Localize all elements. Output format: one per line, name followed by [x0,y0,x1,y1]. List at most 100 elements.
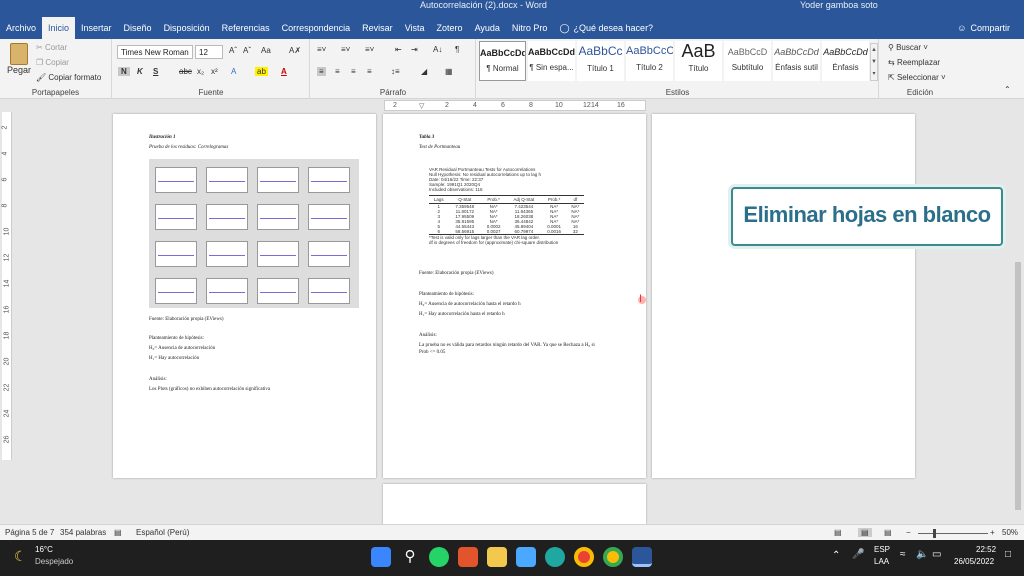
align-center-icon[interactable]: ≡ [335,67,340,76]
tab-referencias[interactable]: Referencias [216,17,276,39]
document-page-3-blank[interactable] [652,114,915,478]
language-status[interactable]: Español (Perú) [136,528,189,537]
whatsapp-icon[interactable] [429,547,449,567]
tab-nitro-pro[interactable]: Nitro Pro [506,17,554,39]
replace-button[interactable]: ⇆ Reemplazar [888,58,940,67]
cut-button[interactable]: ✂ Cortar [36,43,67,52]
clear-formatting-icon[interactable]: A✗ [289,46,301,55]
superscript-button[interactable]: x² [211,67,218,76]
underline-button[interactable]: S [153,67,158,76]
notification-icon[interactable]: □ [1005,549,1011,560]
document-page-4[interactable] [383,484,646,524]
justify-icon[interactable]: ≡ [367,67,372,76]
tab-insertar[interactable]: Insertar [75,17,118,39]
bold-button[interactable]: N [118,67,130,76]
zoom-out-icon[interactable]: − [906,528,911,537]
shrink-font-icon[interactable]: Aˇ [243,46,251,55]
document-page-2[interactable]: Tabla 3 Test de Portmanteau VAR Residual… [383,114,646,478]
style-title[interactable]: AaB Título [675,41,722,81]
align-left-icon[interactable]: ≡ [317,67,326,76]
font-size-box[interactable]: 12 [195,45,223,59]
proofing-icon[interactable]: ▤ [114,528,122,537]
chrome-icon[interactable] [574,547,594,567]
start-icon[interactable] [371,547,391,567]
page-count[interactable]: Página 5 de 7 [5,528,54,537]
share-button[interactable]: ☺ Compartir [957,17,1010,39]
speaker-icon[interactable]: 🔈 [916,549,928,560]
subscript-button[interactable]: x₂ [197,67,204,76]
language-code[interactable]: ESP [874,545,890,554]
correlogram-image[interactable] [149,159,359,308]
tell-me-search[interactable]: ◯ ¿Qué desea hacer? [553,17,659,39]
pilcrow-icon[interactable]: ¶ [455,45,459,54]
line-spacing-icon[interactable]: ↕≡ [391,67,400,76]
shading-icon[interactable]: ◢ [421,67,427,76]
zoom-in-icon[interactable]: + [990,528,995,537]
tab-correspondencia[interactable]: Correspondencia [276,17,357,39]
clock-date[interactable]: 26/05/2022 [954,557,994,566]
align-right-icon[interactable]: ≡ [351,67,356,76]
weather-temp[interactable]: 16°C [35,545,53,554]
change-case-icon[interactable]: Aa [261,46,271,55]
format-painter-button[interactable]: 🖌 Copiar formato [36,73,101,82]
zoom-slider[interactable] [918,533,988,534]
style-subtitle[interactable]: AaBbCcD Subtítulo [724,41,771,81]
mail-icon[interactable] [516,547,536,567]
select-button[interactable]: ⇱ Seleccionar ˅ [888,73,946,82]
find-button[interactable]: ⚲ Buscar ˅ [888,43,928,52]
tab-disposicion[interactable]: Disposición [158,17,216,39]
tab-vista[interactable]: Vista [399,17,431,39]
chrome-profile-icon[interactable] [603,547,623,567]
document-page-1[interactable]: Ilustración 1 Prueba de los residuos: Co… [113,114,376,478]
bullets-icon[interactable]: ≡˅ [317,45,326,54]
zoom-slider-thumb[interactable] [933,529,936,538]
web-layout-icon[interactable]: ▤ [884,528,892,537]
tab-zotero[interactable]: Zotero [431,17,469,39]
italic-button[interactable]: K [137,67,143,76]
numbering-icon[interactable]: ≡˅ [341,45,350,54]
ruler-indent-marker[interactable]: ▽ [419,102,424,110]
keyboard-layout[interactable]: LAA [874,557,889,566]
zoom-level[interactable]: 50% [1002,528,1018,537]
style-no-spacing[interactable]: AaBbCcDd ¶ Sin espa... [528,41,575,81]
collapse-ribbon-icon[interactable]: ⌃ [1004,85,1011,94]
borders-icon[interactable]: ▦ [445,67,453,76]
grow-font-icon[interactable]: Aˆ [229,46,237,55]
tab-ayuda[interactable]: Ayuda [469,17,506,39]
font-name-box[interactable]: Times New Roman [117,45,193,59]
vertical-ruler[interactable]: 2 4 6 8 10 12 14 16 18 20 22 24 26 [1,112,12,460]
style-normal[interactable]: AaBbCcDd ¶ Normal [479,41,526,81]
weather-desc[interactable]: Despejado [35,557,73,566]
style-subtle-emphasis[interactable]: AaBbCcDd Énfasis sutil [773,41,820,81]
wifi-icon[interactable]: ≈ [900,549,906,560]
chevron-up-icon[interactable]: ⌃ [832,550,840,561]
read-mode-icon[interactable]: ▤ [834,528,842,537]
search-icon[interactable]: ⚲ [400,547,420,567]
microphone-icon[interactable]: 🎤 [852,549,864,560]
tab-revisar[interactable]: Revisar [356,17,399,39]
decrease-indent-icon[interactable]: ⇤ [395,45,402,54]
edge-icon[interactable] [545,547,565,567]
text-effects-icon[interactable]: A [231,67,236,76]
word-count[interactable]: 354 palabras [60,528,106,537]
word-icon[interactable] [632,547,652,567]
app-icon[interactable] [458,547,478,567]
styles-scroll[interactable]: ▲ ▼ ▾ [870,43,878,81]
multilevel-list-icon[interactable]: ≡˅ [365,45,374,54]
style-heading-2[interactable]: AaBbCcC Título 2 [626,41,673,81]
tab-diseno[interactable]: Diseño [118,17,158,39]
battery-icon[interactable]: ▭ [932,549,941,560]
tab-inicio[interactable]: Inicio [42,17,76,39]
file-explorer-icon[interactable] [487,547,507,567]
copy-button[interactable]: ❐ Copiar [36,58,69,67]
horizontal-ruler[interactable]: 2 ▽ 2 4 6 8 10 12 14 16 [384,100,646,111]
vertical-scrollbar[interactable] [1012,112,1024,522]
tab-archivo[interactable]: Archivo [0,17,42,39]
print-layout-icon[interactable]: ▤ [858,528,872,537]
paste-button[interactable]: Pegar [6,43,32,75]
clock-time[interactable]: 22:52 [976,545,996,554]
style-emphasis[interactable]: AaBbCcDd Énfasis [822,41,869,81]
highlight-icon[interactable]: ab [255,67,268,76]
strikethrough-button[interactable]: abc [179,67,192,76]
font-color-icon[interactable]: A [281,67,287,76]
